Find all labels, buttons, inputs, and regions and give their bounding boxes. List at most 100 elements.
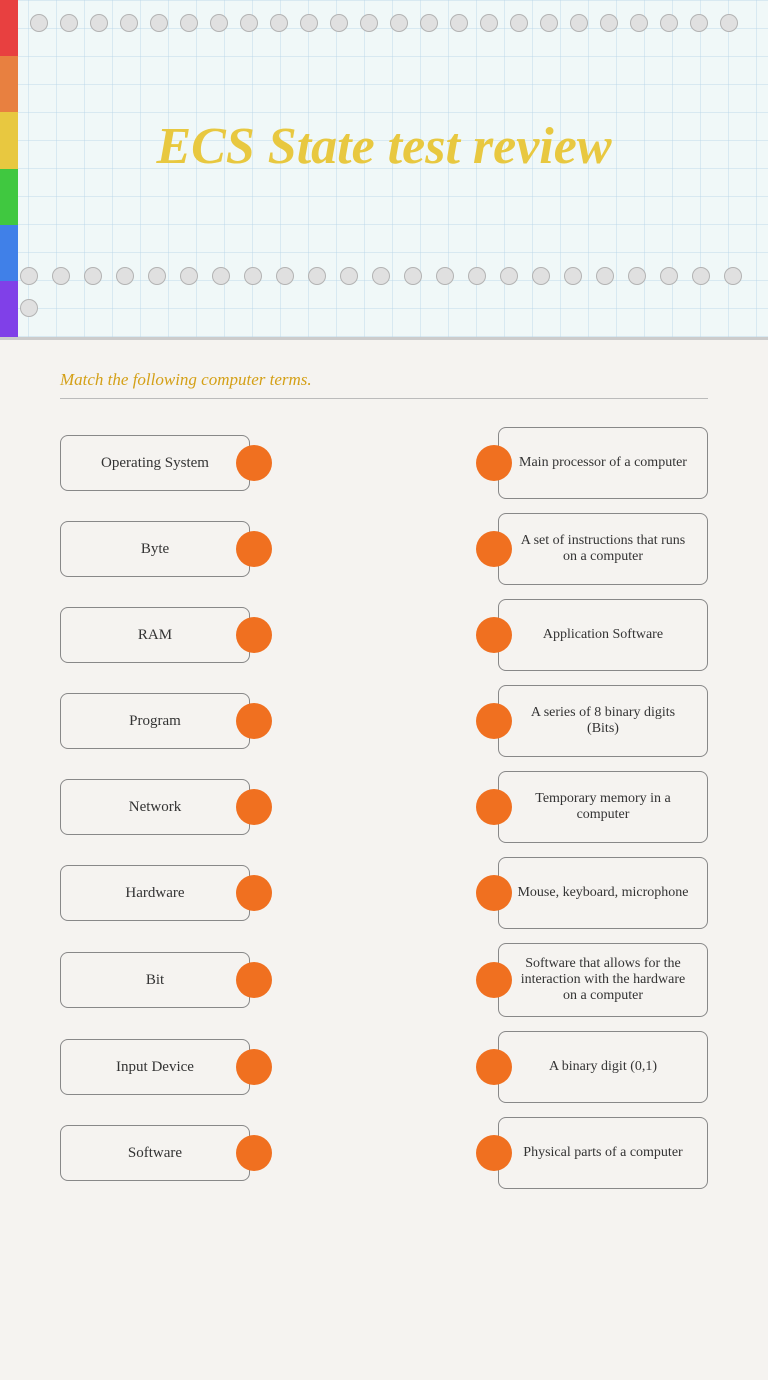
term-label: Hardware <box>125 885 184 902</box>
dot <box>500 267 518 285</box>
dot <box>116 267 134 285</box>
left-connector-circle[interactable] <box>236 1135 272 1171</box>
left-connector-circle[interactable] <box>236 789 272 825</box>
def-box[interactable]: A binary digit (0,1) <box>498 1031 708 1103</box>
dot <box>120 14 138 32</box>
left-connector-circle[interactable] <box>236 962 272 998</box>
def-label: Main processor of a computer <box>519 455 687 471</box>
page-title: ECS State test review <box>157 117 612 176</box>
dot <box>60 14 78 32</box>
term-label: Program <box>129 713 181 730</box>
def-pair-right: Software that allows for the interaction… <box>476 943 708 1017</box>
dot <box>540 14 558 32</box>
term-label: Byte <box>141 541 169 558</box>
right-connector-circle[interactable] <box>476 617 512 653</box>
main-content: Match the following computer terms. Oper… <box>0 340 768 1380</box>
left-connector-circle[interactable] <box>236 617 272 653</box>
matching-row: Byte A set of instructions that runs on … <box>60 513 708 585</box>
right-connector-circle[interactable] <box>476 962 512 998</box>
term-box[interactable]: Hardware <box>60 865 250 921</box>
dot <box>340 267 358 285</box>
subtitle: Match the following computer terms. <box>60 370 708 390</box>
left-connector-circle[interactable] <box>236 875 272 911</box>
dot <box>628 267 646 285</box>
term-box[interactable]: RAM <box>60 607 250 663</box>
left-connector-circle[interactable] <box>236 703 272 739</box>
left-connector-circle[interactable] <box>236 445 272 481</box>
def-label: Software that allows for the interaction… <box>515 956 691 1004</box>
matching-row: Program A series of 8 binary digits (Bit… <box>60 685 708 757</box>
def-pair-right: Application Software <box>476 599 708 671</box>
dot <box>532 267 550 285</box>
term-pair-left: Network <box>60 779 272 835</box>
term-box[interactable]: Byte <box>60 521 250 577</box>
right-connector-circle[interactable] <box>476 1135 512 1171</box>
matching-row: RAM Application Software <box>60 599 708 671</box>
dot <box>240 14 258 32</box>
def-box[interactable]: Main processor of a computer <box>498 427 708 499</box>
dot <box>510 14 528 32</box>
right-connector-circle[interactable] <box>476 531 512 567</box>
header-title-container: ECS State test review <box>0 46 768 246</box>
right-connector-circle[interactable] <box>476 1049 512 1085</box>
term-pair-left: Hardware <box>60 865 272 921</box>
term-pair-left: Input Device <box>60 1039 272 1095</box>
def-box[interactable]: A set of instructions that runs on a com… <box>498 513 708 585</box>
def-box[interactable]: Temporary memory in a computer <box>498 771 708 843</box>
term-label: RAM <box>138 627 172 644</box>
def-box[interactable]: Physical parts of a computer <box>498 1117 708 1189</box>
right-connector-circle[interactable] <box>476 703 512 739</box>
def-label: Temporary memory in a computer <box>515 791 691 823</box>
dot <box>570 14 588 32</box>
def-pair-right: A set of instructions that runs on a com… <box>476 513 708 585</box>
term-label: Input Device <box>116 1059 194 1076</box>
matching-row: Software Physical parts of a computer <box>60 1117 708 1189</box>
matching-row: Hardware Mouse, keyboard, microphone <box>60 857 708 929</box>
term-box[interactable]: Program <box>60 693 250 749</box>
right-connector-circle[interactable] <box>476 789 512 825</box>
dot <box>84 267 102 285</box>
term-box[interactable]: Software <box>60 1125 250 1181</box>
def-box[interactable]: Mouse, keyboard, microphone <box>498 857 708 929</box>
term-box[interactable]: Network <box>60 779 250 835</box>
dot <box>564 267 582 285</box>
def-box[interactable]: A series of 8 binary digits (Bits) <box>498 685 708 757</box>
right-connector-circle[interactable] <box>476 875 512 911</box>
matching-container: Operating System Main processor of a com… <box>60 427 708 1189</box>
def-box[interactable]: Application Software <box>498 599 708 671</box>
dot <box>360 14 378 32</box>
def-pair-right: Mouse, keyboard, microphone <box>476 857 708 929</box>
dot <box>468 267 486 285</box>
term-pair-left: RAM <box>60 607 272 663</box>
def-pair-right: Temporary memory in a computer <box>476 771 708 843</box>
term-pair-left: Operating System <box>60 435 272 491</box>
dot <box>390 14 408 32</box>
dot <box>148 267 166 285</box>
term-box[interactable]: Operating System <box>60 435 250 491</box>
left-connector-circle[interactable] <box>236 1049 272 1085</box>
term-label: Bit <box>146 972 164 989</box>
term-box[interactable]: Bit <box>60 952 250 1008</box>
divider <box>60 398 708 399</box>
dot <box>480 14 498 32</box>
matching-row: Operating System Main processor of a com… <box>60 427 708 499</box>
header-area: ECS State test review <box>0 0 768 340</box>
strip-orange <box>0 56 18 112</box>
dot <box>20 267 38 285</box>
def-label: A binary digit (0,1) <box>549 1059 657 1075</box>
term-box[interactable]: Input Device <box>60 1039 250 1095</box>
term-pair-left: Software <box>60 1125 272 1181</box>
def-label: Physical parts of a computer <box>523 1145 682 1161</box>
def-box[interactable]: Software that allows for the interaction… <box>498 943 708 1017</box>
right-connector-circle[interactable] <box>476 445 512 481</box>
dot <box>630 14 648 32</box>
left-connector-circle[interactable] <box>236 531 272 567</box>
def-pair-right: A binary digit (0,1) <box>476 1031 708 1103</box>
dot <box>150 14 168 32</box>
strip-green <box>0 169 18 225</box>
dot <box>436 267 454 285</box>
dot <box>212 267 230 285</box>
dot <box>330 14 348 32</box>
matching-row: Input Device A binary digit (0,1) <box>60 1031 708 1103</box>
dot <box>660 267 678 285</box>
